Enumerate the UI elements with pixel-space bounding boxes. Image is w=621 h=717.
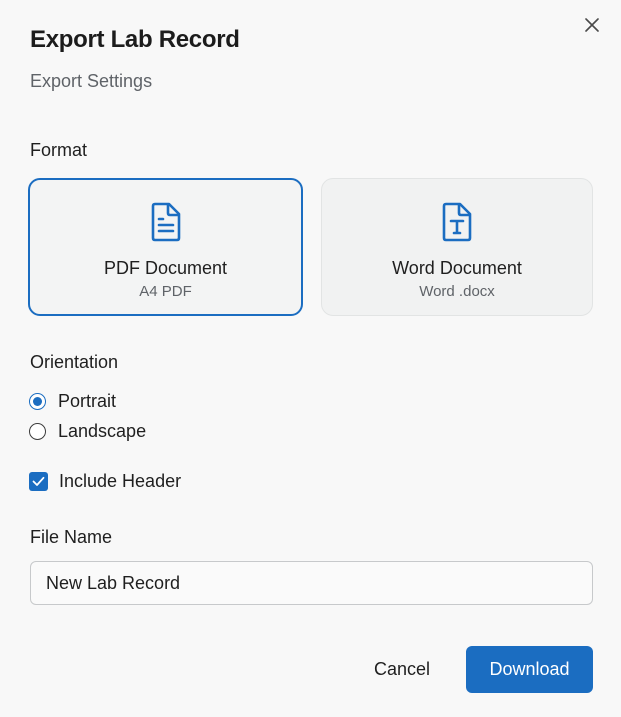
portrait-radio[interactable]: [29, 393, 46, 410]
format-option-word[interactable]: Word Document Word .docx: [321, 178, 593, 316]
file-name-label: File Name: [30, 527, 113, 547]
orientation-portrait-option[interactable]: Portrait: [29, 391, 116, 412]
landscape-radio[interactable]: [29, 423, 46, 440]
format-option-subtitle: A4 PDF: [139, 283, 192, 300]
export-dialog: Export Lab Record Export Settings Format…: [0, 0, 621, 717]
format-label: Format: [30, 140, 88, 160]
portrait-label: Portrait: [58, 391, 117, 411]
format-option-subtitle: Word .docx: [419, 283, 495, 300]
include-header-checkbox[interactable]: [29, 472, 48, 491]
pdf-document-icon: [151, 202, 180, 242]
file-name-input[interactable]: [30, 561, 593, 605]
landscape-label: Landscape: [58, 421, 147, 441]
checkmark-icon: [32, 476, 45, 486]
format-option-title: PDF Document: [103, 258, 228, 278]
format-option-title: Word Document: [392, 258, 522, 278]
orientation-label: Orientation: [30, 352, 119, 372]
dialog-subtitle: Export Settings: [30, 71, 153, 91]
download-button[interactable]: Download: [466, 646, 593, 693]
cancel-button[interactable]: Cancel: [356, 646, 448, 692]
orientation-landscape-option[interactable]: Landscape: [29, 421, 146, 442]
include-header-option[interactable]: Include Header: [29, 471, 181, 492]
format-option-pdf[interactable]: PDF Document A4 PDF: [28, 178, 303, 316]
word-document-icon: [442, 202, 472, 242]
close-icon: [585, 18, 599, 32]
dialog-title: Export Lab Record: [30, 26, 240, 53]
close-button[interactable]: [582, 15, 602, 35]
include-header-label: Include Header: [59, 471, 182, 491]
